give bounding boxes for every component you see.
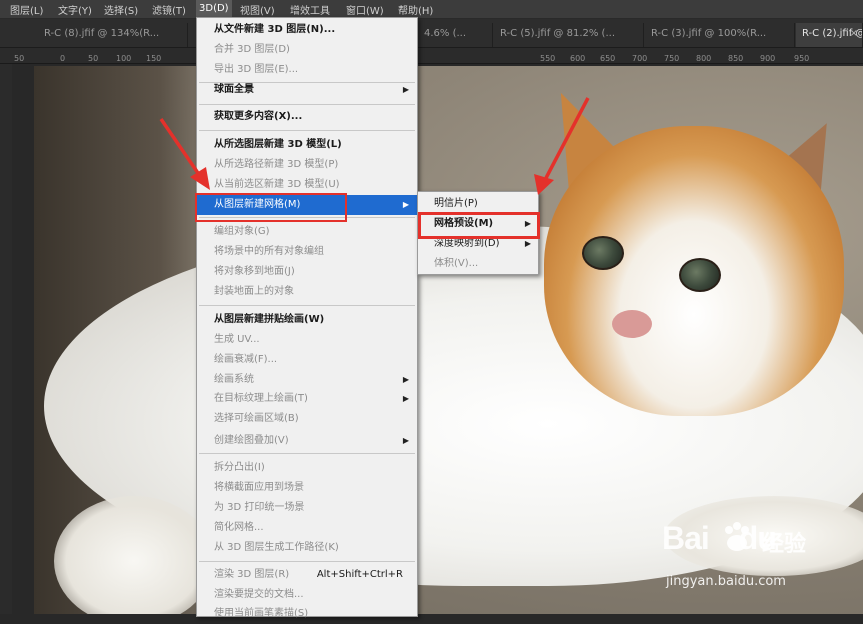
watermark-url: jingyan.baidu.com <box>666 574 786 589</box>
annotation-arrowhead-left <box>190 167 210 190</box>
watermark-logo-text: Bai du <box>662 520 777 556</box>
baidu-jingyan-watermark: Bai du 经验 jingyan.baidu.com <box>662 520 862 610</box>
paw-logo-icon <box>725 522 749 551</box>
annotation-arrow-right <box>544 97 590 179</box>
annotation-arrow-left <box>159 118 202 177</box>
watermark-jingyan-text: 经验 <box>762 532 807 557</box>
annotation-arrowhead-right <box>534 174 554 195</box>
